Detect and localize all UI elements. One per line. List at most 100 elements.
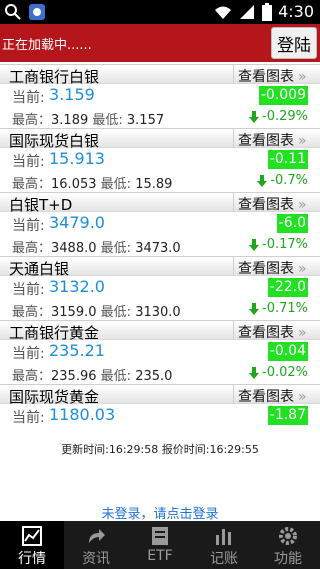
- tab-market[interactable]: 行情: [0, 521, 64, 569]
- current-price: 3132.0: [49, 277, 105, 296]
- down-arrow-icon: [249, 302, 259, 315]
- current-price: 235.21: [49, 341, 105, 360]
- current-label: 当前:: [12, 346, 45, 362]
- tab-label: 记账: [210, 551, 238, 567]
- percent-change: -0.7%: [257, 173, 308, 188]
- app-header: 正在加载中...... 登陆: [0, 24, 320, 62]
- percent-value: -0.71%: [262, 301, 308, 316]
- view-chart-button[interactable]: 查看图表»: [233, 193, 320, 213]
- high-label: 最高：: [12, 241, 52, 256]
- view-chart-button[interactable]: 查看图表»: [233, 321, 320, 341]
- down-arrow-icon: [249, 110, 259, 123]
- current-label: 当前:: [12, 218, 45, 234]
- percent-value: -0.29%: [262, 109, 308, 124]
- chevron-right-icon: »: [298, 261, 307, 277]
- high-value: 235.96: [51, 369, 97, 384]
- login-button[interactable]: 登陆: [271, 27, 317, 59]
- chevron-right-icon: »: [298, 389, 307, 405]
- chart-icon: [22, 526, 42, 546]
- low-label: 最低:: [100, 177, 132, 192]
- current-price: 1180.03: [49, 405, 116, 424]
- current-price: 3479.0: [49, 213, 105, 232]
- quote-item: 国际现货黄金 查看图表» 当前: 1180.03 -1.87: [0, 384, 320, 426]
- view-chart-label: 查看图表: [238, 197, 294, 213]
- view-chart-label: 查看图表: [238, 69, 294, 85]
- tab-bookkeeping[interactable]: 记账: [192, 521, 256, 569]
- app-notification-icon: [29, 4, 45, 20]
- chevron-right-icon: »: [298, 325, 307, 341]
- view-chart-label: 查看图表: [238, 389, 294, 405]
- view-chart-label: 查看图表: [238, 261, 294, 277]
- view-chart-button[interactable]: 查看图表»: [233, 65, 320, 85]
- quote-list: 工商银行白银 查看图表» 当前: 3.159 -0.009 最高：3.189 最…: [0, 64, 320, 426]
- percent-change: -0.17%: [249, 237, 308, 252]
- quote-item: 白银T+D 查看图表» 当前: 3479.0 -6.0 最高：3488.0 最低…: [0, 192, 320, 256]
- high-low-text: 最高：235.96 最低: 235.0: [12, 365, 172, 384]
- change-badge: -0.11: [267, 150, 308, 169]
- view-chart-label: 查看图表: [238, 133, 294, 149]
- gear-icon: [279, 527, 297, 545]
- current-label: 当前:: [12, 410, 45, 426]
- current-label: 当前:: [12, 90, 45, 106]
- quote-item: 国际现货白银 查看图表» 当前: 15.913 -0.11 最高：16.053 …: [0, 128, 320, 192]
- low-value: 15.89: [135, 177, 173, 192]
- change-badge: -6.0: [276, 214, 308, 233]
- low-value: 3130.0: [135, 305, 181, 320]
- quote-header: 天通白银 查看图表»: [0, 256, 320, 278]
- high-low-text: 最高：3488.0 最低: 3473.0: [12, 237, 181, 256]
- change-badge: -22.0: [267, 278, 308, 297]
- current-label: 当前:: [12, 154, 45, 170]
- current-label: 当前:: [12, 282, 45, 298]
- quote-header: 国际现货白银 查看图表»: [0, 128, 320, 150]
- low-value: 3473.0: [135, 241, 181, 256]
- down-arrow-icon: [249, 238, 259, 251]
- view-chart-button[interactable]: 查看图表»: [233, 385, 320, 405]
- high-value: 16.053: [51, 177, 97, 192]
- book-icon: [152, 527, 168, 545]
- high-label: 最高：: [12, 113, 52, 128]
- quote-item: 工商银行黄金 查看图表» 当前: 235.21 -0.04 最高：235.96 …: [0, 320, 320, 384]
- view-chart-button[interactable]: 查看图表»: [233, 257, 320, 277]
- percent-change: -0.29%: [249, 109, 308, 124]
- view-chart-button[interactable]: 查看图表»: [233, 129, 320, 149]
- high-value: 3.189: [51, 113, 89, 128]
- chevron-right-icon: »: [298, 133, 307, 149]
- signal-icon: [240, 4, 255, 19]
- change-badge: -0.009: [258, 86, 308, 105]
- share-arrow-icon: [89, 529, 105, 543]
- view-chart-label: 查看图表: [238, 325, 294, 341]
- tab-etf[interactable]: ETF: [128, 521, 192, 569]
- status-bar: 4:30: [0, 0, 320, 24]
- tab-label: 行情: [18, 551, 46, 567]
- low-value: 3.157: [126, 113, 165, 128]
- bars-icon: [216, 529, 231, 545]
- percent-value: -0.02%: [262, 365, 308, 380]
- high-value: 3488.0: [51, 241, 97, 256]
- low-label: 最低:: [100, 305, 132, 320]
- tab-news[interactable]: 资讯: [64, 521, 128, 569]
- login-prompt-link[interactable]: 未登录，请点击登录: [0, 503, 320, 522]
- change-badge: -0.04: [267, 342, 308, 361]
- low-label: 最低:: [100, 241, 132, 256]
- percent-change: -0.71%: [249, 301, 308, 316]
- high-label: 最高：: [12, 305, 52, 320]
- tab-label: ETF: [147, 548, 173, 564]
- chevron-right-icon: »: [298, 197, 307, 213]
- quote-header: 工商银行黄金 查看图表»: [0, 320, 320, 342]
- battery-icon: [262, 2, 273, 21]
- quote-header: 白银T+D 查看图表»: [0, 192, 320, 214]
- down-arrow-icon: [249, 366, 259, 379]
- change-badge: -1.87: [267, 406, 308, 425]
- clock: 4:30: [278, 2, 314, 21]
- current-price: 15.913: [49, 149, 105, 168]
- tab-functions[interactable]: 功能: [256, 521, 320, 569]
- high-low-text: 最高：16.053 最低: 15.89: [12, 173, 172, 192]
- down-arrow-icon: [257, 174, 268, 187]
- high-label: 最高：: [12, 369, 52, 384]
- quote-item: 工商银行白银 查看图表» 当前: 3.159 -0.009 最高：3.189 最…: [0, 64, 320, 128]
- percent-change: -0.02%: [249, 365, 308, 380]
- low-value: 235.0: [135, 369, 173, 384]
- bottom-tab-bar: 行情 资讯 ETF 记账 功能: [0, 521, 320, 569]
- high-label: 最高：: [12, 177, 52, 192]
- current-price: 3.159: [49, 85, 95, 104]
